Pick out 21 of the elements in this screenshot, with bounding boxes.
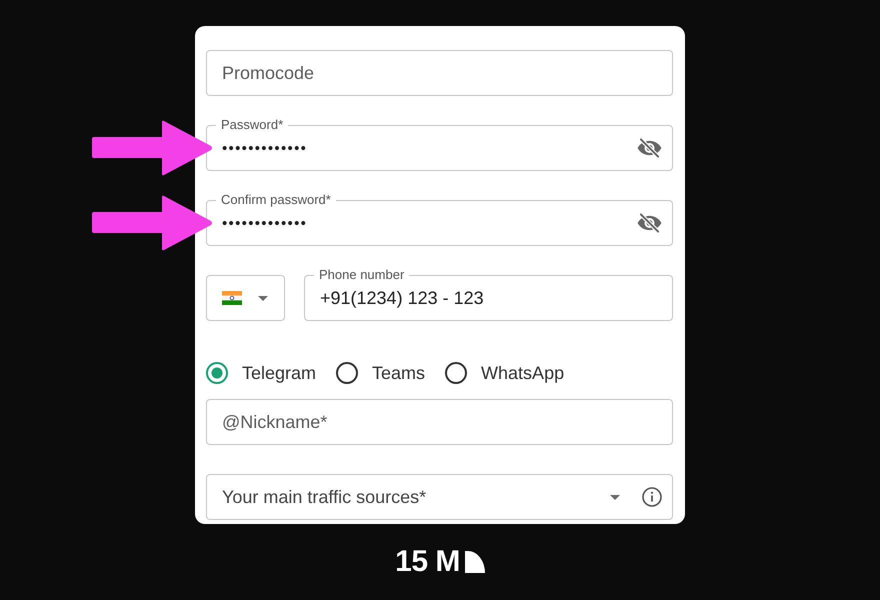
caret-icon [258,296,268,300]
eye-off-icon[interactable] [637,212,662,234]
radio-button[interactable] [336,362,358,384]
logo-text: 15 M [395,551,460,573]
flag-icon [222,291,242,305]
info-icon[interactable] [642,487,662,507]
country-select[interactable] [206,275,285,321]
eye-off-icon[interactable] [637,138,662,158]
field-label: Confirm password* [216,192,336,207]
field-label: Phone number [314,267,410,282]
radio-option[interactable]: Teams [336,362,426,384]
nickname-field[interactable]: @Nickname* [206,399,673,445]
caret-icon [610,494,620,500]
radio-button[interactable] [445,362,468,384]
radio-option[interactable]: WhatsApp [445,362,564,384]
field-label: Password* [216,117,288,132]
logo-mark-icon [464,551,485,573]
traffic-sources-select[interactable]: Your main traffic sources* [206,474,673,520]
promocode-field[interactable]: Promocode [206,50,673,96]
radio-option[interactable]: Telegram [206,362,316,384]
radio-button[interactable] [206,362,228,384]
